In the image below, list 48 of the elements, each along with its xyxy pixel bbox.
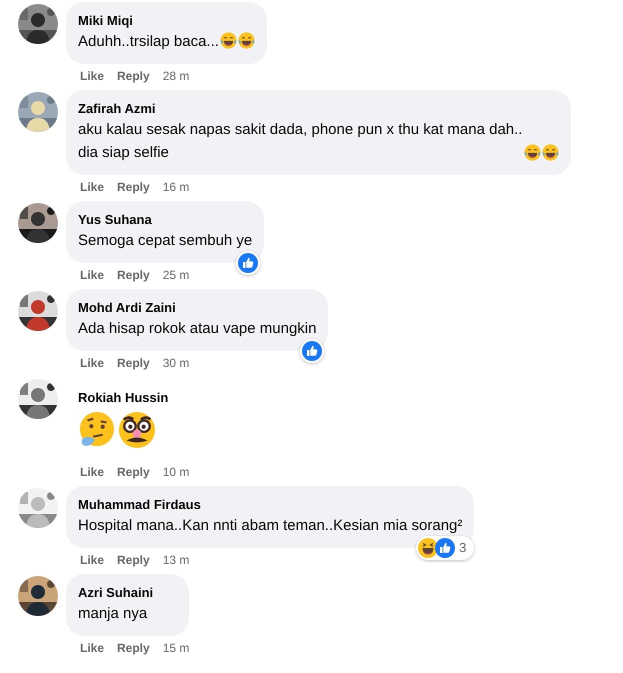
author-name[interactable]: Rokiah Hussin: [78, 389, 178, 407]
author-name[interactable]: Yus Suhana: [78, 211, 252, 229]
comment-text: Hospital mana..Kan nnti abam teman..Kesian mia sorang²: [78, 517, 462, 534]
comment-text: manja nya: [78, 605, 148, 622]
like-link[interactable]: Like: [80, 354, 104, 372]
like-link[interactable]: Like: [80, 551, 104, 569]
timestamp: 30 m: [162, 355, 190, 372]
like-link[interactable]: Like: [80, 67, 104, 85]
reply-link[interactable]: Reply: [117, 67, 150, 85]
reactions-badge[interactable]: 3: [416, 536, 474, 560]
reply-link[interactable]: Reply: [117, 354, 150, 372]
timestamp: 25 m: [162, 267, 190, 284]
comment-text: Aduhh..trsilap baca...: [78, 33, 219, 50]
laughing-face-icon: [418, 538, 438, 558]
laughing-crying-emoji-icon: [238, 32, 255, 49]
reply-link[interactable]: Reply: [117, 639, 150, 657]
like-link[interactable]: Like: [80, 266, 104, 284]
timestamp: 13 m: [162, 552, 190, 569]
laughing-crying-emoji-icon: [524, 144, 541, 161]
comment-text: Ada hisap rokok atau vape mungkin: [78, 320, 316, 337]
thinking-face-icon: [78, 411, 116, 449]
like-link[interactable]: Like: [80, 463, 104, 481]
reply-link[interactable]: Reply: [117, 178, 150, 196]
reply-link[interactable]: Reply: [117, 266, 150, 284]
like-link[interactable]: Like: [80, 639, 104, 657]
timestamp: 16 m: [162, 179, 190, 196]
laughing-crying-emoji-icon: [542, 144, 559, 161]
timestamp: 28 m: [162, 68, 190, 85]
reactions-badge[interactable]: [236, 251, 260, 275]
reaction-count: 3: [459, 539, 466, 558]
comment-text: Semoga cepat sembuh ye: [78, 232, 252, 249]
author-name[interactable]: Zafirah Azmi: [78, 100, 559, 118]
thumbs-up-icon: [435, 538, 456, 558]
comment-text: aku kalau sesak napas sakit dada, phone pun x thu kat mana dah.. dia siap selfie: [78, 120, 523, 163]
disguise-face-icon: [118, 411, 156, 449]
timestamp: 10 m: [162, 464, 190, 481]
reply-link[interactable]: Reply: [117, 463, 150, 481]
thumbs-up-icon: [238, 253, 258, 273]
author-name[interactable]: Muhammad Firdaus: [78, 496, 462, 514]
like-link[interactable]: Like: [80, 178, 104, 196]
author-name[interactable]: Mohd Ardi Zaini: [78, 299, 316, 317]
author-name[interactable]: Miki Miqi: [78, 12, 255, 30]
author-name[interactable]: Azri Suhaini: [78, 584, 178, 602]
reactions-badge[interactable]: [300, 339, 324, 363]
thumbs-up-icon: [302, 341, 322, 361]
reply-link[interactable]: Reply: [117, 551, 150, 569]
timestamp: 15 m: [162, 640, 190, 657]
laughing-crying-emoji-icon: [220, 32, 237, 49]
